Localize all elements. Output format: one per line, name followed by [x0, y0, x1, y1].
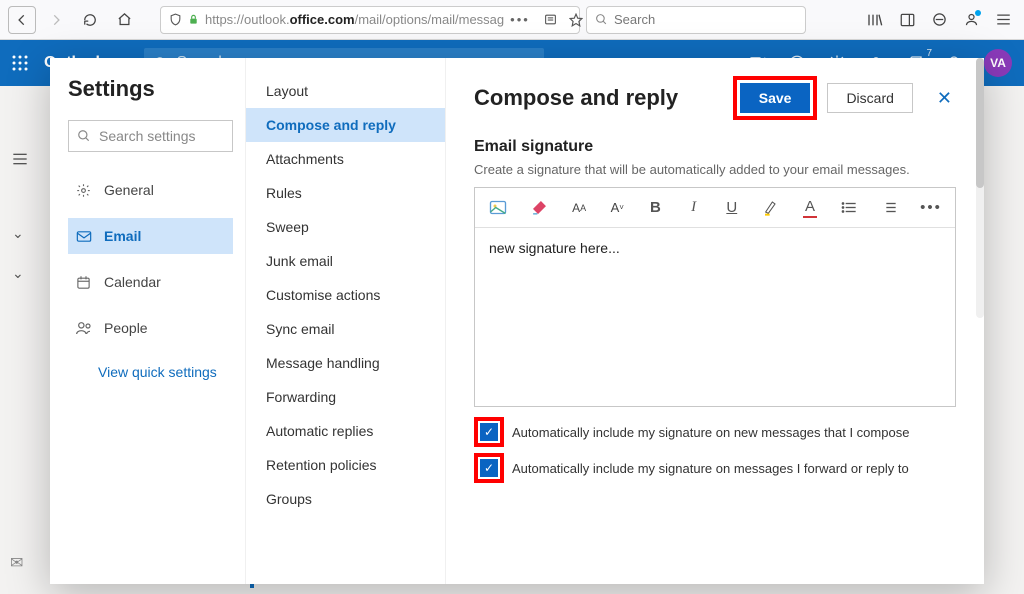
- bullet-list-icon[interactable]: [841, 198, 857, 218]
- settings-search[interactable]: Search settings: [68, 120, 233, 152]
- left-rail-menu[interactable]: [12, 142, 28, 176]
- reader-icon[interactable]: [544, 13, 557, 26]
- subnav-item-attachments[interactable]: Attachments: [246, 142, 445, 176]
- include-on-new-label: Automatically include my signature on ne…: [512, 425, 909, 440]
- save-button[interactable]: Save: [740, 83, 811, 113]
- include-on-new-checkbox[interactable]: ✓: [480, 423, 498, 441]
- category-people[interactable]: People: [68, 310, 233, 346]
- italic-icon[interactable]: I: [687, 198, 701, 218]
- subnav-item-compose-and-reply[interactable]: Compose and reply: [246, 108, 445, 142]
- save-highlight: Save: [733, 76, 818, 120]
- subnav-item-rules[interactable]: Rules: [246, 176, 445, 210]
- lock-icon: [188, 14, 199, 25]
- subnav-item-sweep[interactable]: Sweep: [246, 210, 445, 244]
- back-button[interactable]: [8, 6, 36, 34]
- shield-icon: [169, 13, 182, 26]
- account-icon[interactable]: [958, 7, 984, 33]
- subnav-item-forwarding[interactable]: Forwarding: [246, 380, 445, 414]
- include-on-reply-label: Automatically include my signature on me…: [512, 461, 909, 476]
- highlight-icon[interactable]: [763, 198, 779, 218]
- underline-icon[interactable]: U: [725, 198, 739, 218]
- insert-image-icon[interactable]: [489, 198, 507, 218]
- category-general[interactable]: General: [68, 172, 233, 208]
- protection-icon[interactable]: [926, 7, 952, 33]
- mail-icon: [76, 230, 92, 243]
- category-calendar[interactable]: Calendar: [68, 264, 233, 300]
- font-size-down-icon[interactable]: A˅: [610, 198, 624, 218]
- signature-section-title: Email signature: [474, 138, 956, 156]
- close-icon[interactable]: ✕: [933, 88, 956, 109]
- signature-section-desc: Create a signature that will be automati…: [474, 162, 956, 177]
- browser-tools: [862, 7, 1016, 33]
- discard-button[interactable]: Discard: [827, 83, 912, 113]
- view-quick-settings-link[interactable]: View quick settings: [68, 356, 233, 380]
- subnav-item-layout[interactable]: Layout: [246, 74, 445, 108]
- checkbox2-highlight: ✓: [474, 453, 504, 483]
- calendar-icon: [76, 275, 92, 290]
- library-icon[interactable]: [862, 7, 888, 33]
- hamburger-icon[interactable]: [990, 7, 1016, 33]
- category-email[interactable]: Email: [68, 218, 233, 254]
- mail-left-rail: ⌄ ⌄: [12, 142, 28, 290]
- browser-toolbar: https://outlook.office.com/mail/options/…: [0, 0, 1024, 40]
- detail-title: Compose and reply: [474, 85, 678, 111]
- subnav-item-retention-policies[interactable]: Retention policies: [246, 448, 445, 482]
- subnav-item-customise-actions[interactable]: Customise actions: [246, 278, 445, 312]
- signature-editor: AA A˅ B I U A ••• new signature here...: [474, 187, 956, 407]
- font-size-icon[interactable]: AA: [572, 198, 586, 218]
- avatar[interactable]: VA: [984, 49, 1012, 77]
- editor-textarea[interactable]: new signature here...: [475, 228, 955, 406]
- numbered-list-icon[interactable]: [881, 198, 897, 218]
- settings-search-placeholder: Search settings: [99, 128, 196, 144]
- scrollbar-thumb[interactable]: [976, 58, 984, 188]
- gear-icon: [76, 183, 92, 198]
- mail-module-icon[interactable]: ✉: [10, 553, 23, 580]
- settings-modal: Settings Search settings General Email: [50, 58, 984, 584]
- browser-search-placeholder: Search: [614, 12, 655, 27]
- left-rail-expand-1[interactable]: ⌄: [12, 216, 28, 250]
- bold-icon[interactable]: B: [648, 198, 662, 218]
- settings-title: Settings: [68, 76, 233, 102]
- checkbox1-highlight: ✓: [474, 417, 504, 447]
- font-color-icon[interactable]: A: [803, 198, 817, 218]
- subnav-item-sync-email[interactable]: Sync email: [246, 312, 445, 346]
- app-launcher-icon[interactable]: [12, 55, 28, 71]
- subnav-item-message-handling[interactable]: Message handling: [246, 346, 445, 380]
- settings-subnav: LayoutCompose and replyAttachmentsRulesS…: [246, 58, 446, 584]
- search-icon: [77, 129, 91, 143]
- forward-button: [42, 6, 70, 34]
- home-button[interactable]: [110, 6, 138, 34]
- sidebar-icon[interactable]: [894, 7, 920, 33]
- subnav-item-automatic-replies[interactable]: Automatic replies: [246, 414, 445, 448]
- people-icon: [76, 321, 92, 335]
- format-painter-icon[interactable]: [531, 198, 548, 218]
- subnav-item-groups[interactable]: Groups: [246, 482, 445, 516]
- url-menu-icon[interactable]: •••: [510, 12, 530, 27]
- include-on-reply-checkbox[interactable]: ✓: [480, 459, 498, 477]
- url-text: https://outlook.office.com/mail/options/…: [205, 12, 504, 27]
- subnav-item-junk-email[interactable]: Junk email: [246, 244, 445, 278]
- star-icon[interactable]: [569, 13, 583, 27]
- reload-button[interactable]: [76, 6, 104, 34]
- address-bar[interactable]: https://outlook.office.com/mail/options/…: [160, 6, 580, 34]
- more-format-icon[interactable]: •••: [921, 198, 941, 218]
- editor-toolbar: AA A˅ B I U A •••: [475, 188, 955, 228]
- browser-search[interactable]: Search: [586, 6, 806, 34]
- left-rail-expand-2[interactable]: ⌄: [12, 256, 28, 290]
